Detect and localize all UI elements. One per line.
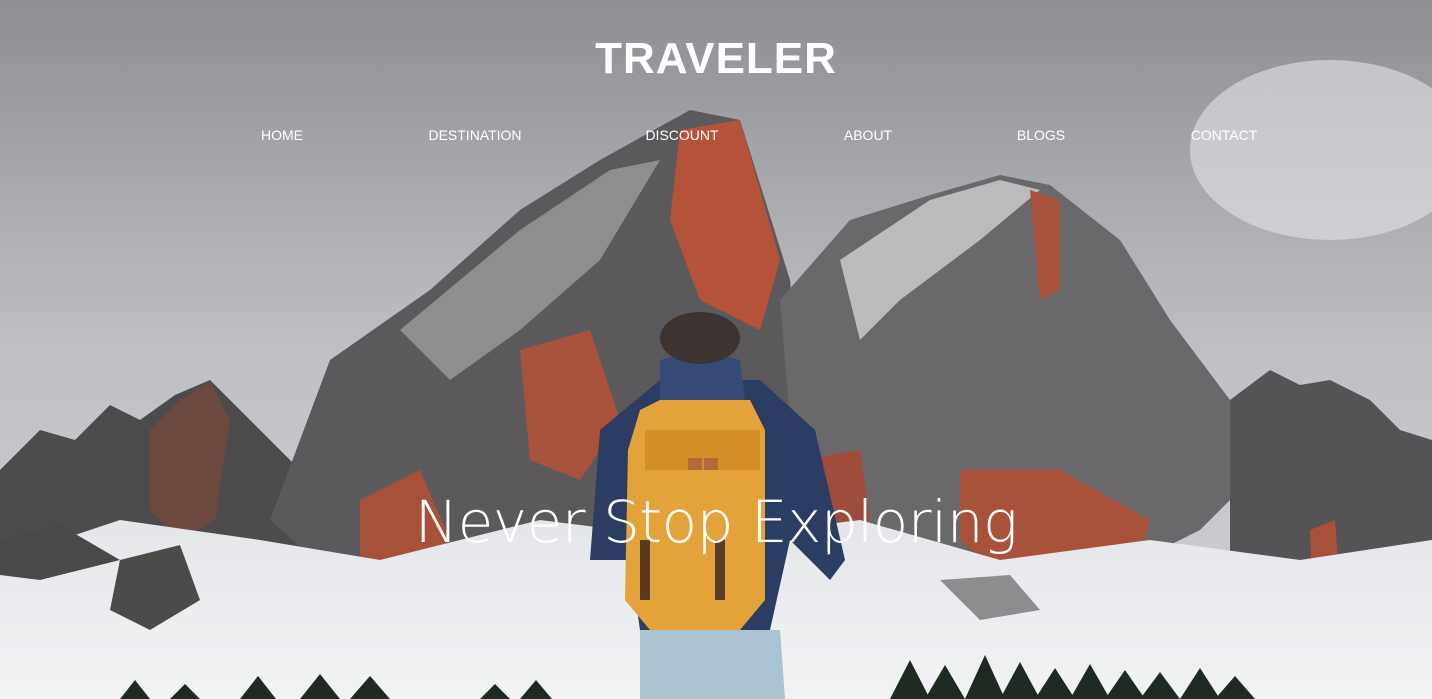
hero-section: TRAVELER HOME DESTINATION DISCOUNT ABOUT… [0,0,1432,699]
nav-item-contact[interactable]: CONTACT [1191,127,1258,143]
hero-tagline: Never Stop Exploring [414,488,1018,556]
hero-background-image [0,0,1432,699]
nav-item-discount[interactable]: DISCOUNT [645,127,718,143]
main-nav: HOME DESTINATION DISCOUNT ABOUT BLOGS CO… [0,127,1432,147]
site-logo[interactable]: TRAVELER [0,34,1432,84]
nav-item-about[interactable]: ABOUT [844,127,892,143]
nav-item-blogs[interactable]: BLOGS [1017,127,1065,143]
nav-item-home[interactable]: HOME [261,127,303,143]
nav-item-destination[interactable]: DESTINATION [428,127,521,143]
